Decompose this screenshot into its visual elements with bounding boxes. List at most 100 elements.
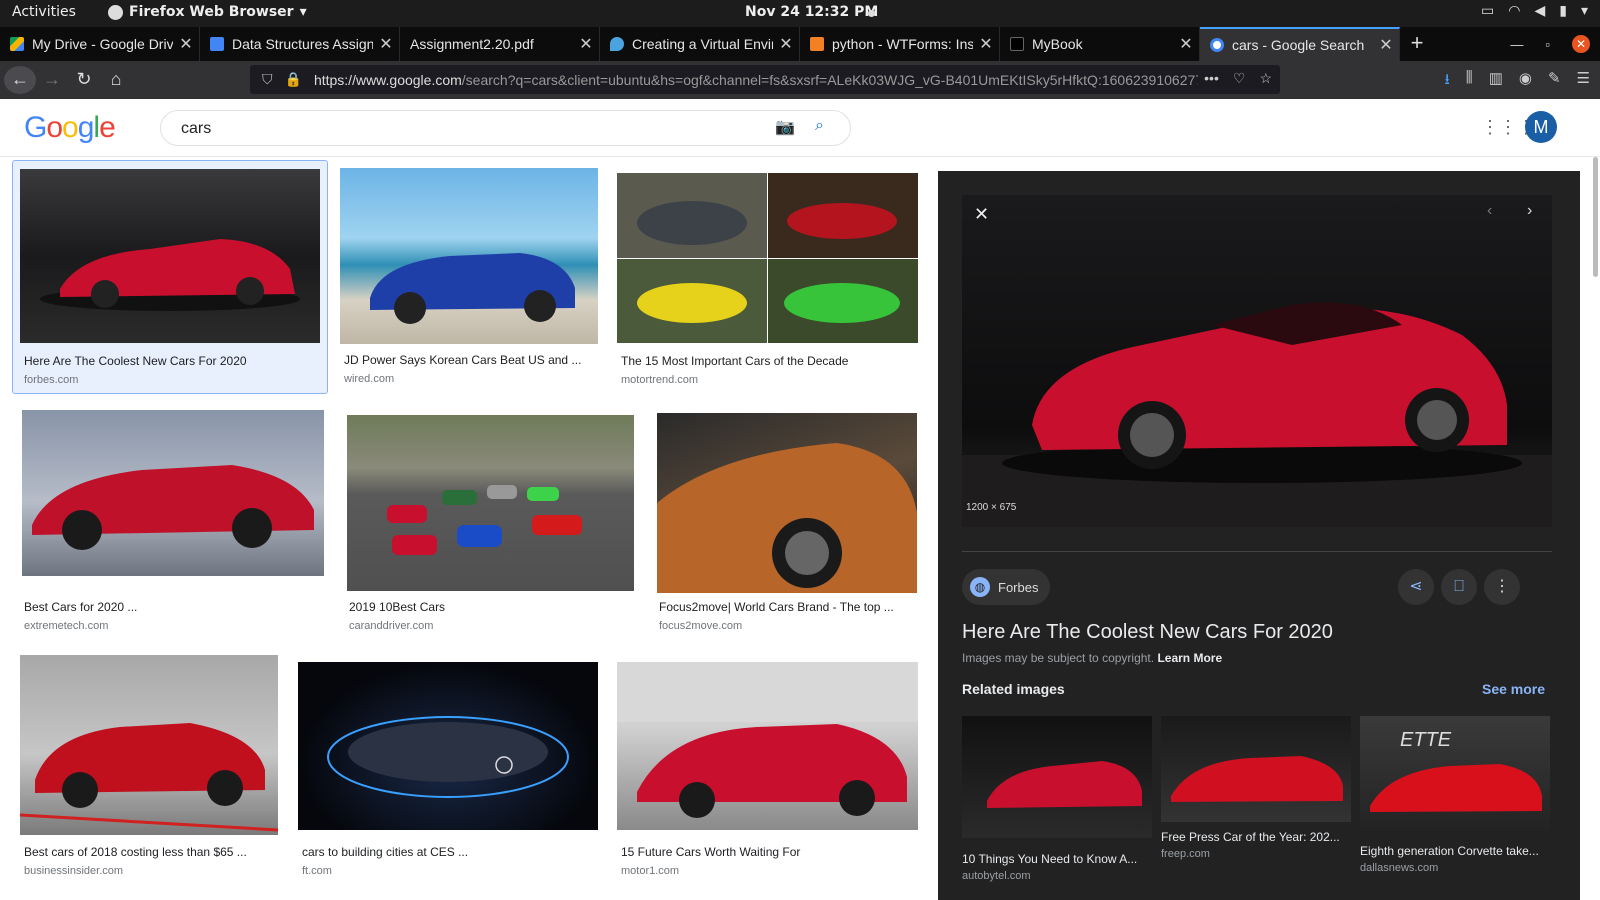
result-source[interactable]: wired.com bbox=[344, 373, 394, 385]
close-window-icon[interactable]: ✕ bbox=[1572, 35, 1590, 53]
image-result[interactable]: JD Power Says Korean Cars Beat US and ..… bbox=[340, 168, 600, 392]
close-tab-icon[interactable]: ✕ bbox=[373, 34, 399, 54]
maximize-icon[interactable]: ▫ bbox=[1545, 37, 1550, 52]
share-button[interactable]: ⋖ bbox=[1398, 569, 1434, 605]
pocket-icon[interactable]: ♡ bbox=[1233, 70, 1246, 87]
power-menu-icon[interactable]: ▾ bbox=[1581, 3, 1588, 19]
chevron-left-icon[interactable]: ‹ bbox=[1487, 202, 1492, 220]
reload-icon[interactable]: ↻ bbox=[68, 69, 100, 90]
preview-title[interactable]: Here Are The Coolest New Cars For 2020 bbox=[962, 621, 1333, 644]
result-title[interactable]: JD Power Says Korean Cars Beat US and ..… bbox=[344, 353, 594, 367]
clock[interactable]: Nov 24 12:32 PM bbox=[745, 4, 878, 20]
related-thumbnail[interactable]: ETTE bbox=[1360, 716, 1550, 836]
related-title[interactable]: Eighth generation Corvette take... bbox=[1360, 844, 1550, 858]
forward-icon[interactable]: → bbox=[36, 69, 68, 90]
back-icon[interactable]: ← bbox=[4, 66, 36, 94]
url-bar[interactable]: ⛉ 🔒 https://www.google.com/search?q=cars… bbox=[250, 65, 1280, 94]
close-tab-icon[interactable]: ✕ bbox=[973, 34, 999, 54]
related-image[interactable]: 10 Things You Need to Know A... autobyte… bbox=[962, 716, 1152, 882]
image-result[interactable]: Here Are The Coolest New Cars For 2020 f… bbox=[12, 160, 328, 394]
result-source[interactable]: forbes.com bbox=[24, 374, 78, 386]
library-icon[interactable]: ⫼ bbox=[1466, 69, 1473, 94]
tab-wtforms[interactable]: python - WTForms: Insta ✕ bbox=[800, 27, 1000, 61]
result-source[interactable]: ft.com bbox=[302, 865, 332, 877]
tab-virtual-env[interactable]: Creating a Virtual Enviro ✕ bbox=[600, 27, 800, 61]
home-icon[interactable]: ⌂ bbox=[100, 69, 132, 90]
related-thumbnail[interactable] bbox=[962, 716, 1152, 838]
scrollbar-thumb[interactable] bbox=[1593, 157, 1598, 277]
result-title[interactable]: 2019 10Best Cars bbox=[349, 600, 634, 614]
search-input[interactable]: cars bbox=[160, 110, 851, 146]
new-tab-button[interactable]: + bbox=[1400, 27, 1434, 61]
minimize-icon[interactable]: — bbox=[1510, 37, 1523, 52]
result-title[interactable]: Best Cars for 2020 ... bbox=[24, 600, 324, 614]
extension-icon[interactable]: ✎ bbox=[1548, 69, 1561, 94]
avatar[interactable]: M bbox=[1525, 111, 1557, 143]
result-source[interactable]: motor1.com bbox=[621, 865, 679, 877]
download-icon[interactable]: ⭳ bbox=[1445, 69, 1450, 94]
source-chip[interactable]: ◍ Forbes bbox=[962, 569, 1051, 605]
related-thumbnail[interactable] bbox=[1161, 716, 1351, 822]
result-thumbnail[interactable] bbox=[340, 168, 598, 344]
result-title[interactable]: cars to building cities at CES ... bbox=[302, 845, 598, 859]
result-thumbnail[interactable] bbox=[20, 169, 320, 343]
sidebar-icon[interactable]: ▥ bbox=[1489, 69, 1503, 94]
related-source[interactable]: dallasnews.com bbox=[1360, 862, 1550, 874]
more-actions-icon[interactable]: ••• bbox=[1204, 70, 1219, 87]
result-thumbnail[interactable] bbox=[657, 413, 917, 593]
search-icon[interactable]: ⌕ bbox=[815, 117, 824, 135]
result-title[interactable]: The 15 Most Important Cars of the Decade bbox=[621, 354, 917, 368]
save-button[interactable]: ⎕ bbox=[1441, 569, 1477, 605]
learn-more-link[interactable]: Learn More bbox=[1157, 651, 1222, 665]
result-thumbnail[interactable] bbox=[22, 410, 324, 576]
result-title[interactable]: Here Are The Coolest New Cars For 2020 bbox=[24, 354, 320, 368]
tab-mybook[interactable]: MyBook ✕ bbox=[1000, 27, 1200, 61]
result-source[interactable]: extremetech.com bbox=[24, 620, 108, 632]
wifi-icon[interactable]: ◠ bbox=[1508, 3, 1520, 19]
tab-data-structures[interactable]: Data Structures Assignm ✕ bbox=[200, 27, 400, 61]
result-thumbnail[interactable] bbox=[347, 415, 634, 591]
close-tab-icon[interactable]: ✕ bbox=[1173, 34, 1199, 54]
system-tray[interactable]: ▭ ◠ ◀ ▮ ▾ bbox=[1481, 3, 1588, 19]
scrollbar[interactable] bbox=[1591, 157, 1600, 900]
google-logo[interactable]: Google bbox=[24, 111, 116, 145]
chevron-right-icon[interactable]: › bbox=[1527, 202, 1532, 220]
image-result[interactable]: cars to building cities at CES ... ft.co… bbox=[298, 662, 600, 877]
image-result[interactable]: Focus2move| World Cars Brand - The top .… bbox=[657, 413, 919, 632]
tab-assignment-pdf[interactable]: Assignment2.20.pdf ✕ bbox=[400, 27, 600, 61]
related-source[interactable]: freep.com bbox=[1161, 848, 1351, 860]
tab-my-drive[interactable]: My Drive - Google Drive ✕ bbox=[0, 27, 200, 61]
related-source[interactable]: autobytel.com bbox=[962, 870, 1152, 882]
related-image[interactable]: Free Press Car of the Year: 202... freep… bbox=[1161, 716, 1351, 860]
result-thumbnail[interactable] bbox=[20, 655, 278, 835]
result-title[interactable]: Focus2move| World Cars Brand - The top .… bbox=[659, 600, 914, 614]
volume-icon[interactable]: ◀ bbox=[1534, 3, 1545, 19]
image-result[interactable]: 15 Future Cars Worth Waiting For motor1.… bbox=[617, 662, 919, 877]
hamburger-menu-icon[interactable]: ☰ bbox=[1577, 69, 1590, 94]
result-title[interactable]: Best cars of 2018 costing less than $65 … bbox=[24, 845, 294, 859]
related-image[interactable]: ETTE Eighth generation Corvette take... … bbox=[1360, 716, 1550, 874]
result-title[interactable]: 15 Future Cars Worth Waiting For bbox=[621, 845, 917, 859]
result-thumbnail[interactable] bbox=[617, 173, 918, 343]
camera-icon[interactable]: 📷 bbox=[775, 117, 795, 137]
image-result[interactable]: Best cars of 2018 costing less than $65 … bbox=[20, 655, 300, 877]
bookmark-star-icon[interactable]: ☆ bbox=[1259, 70, 1272, 87]
result-source[interactable]: businessinsider.com bbox=[24, 865, 123, 877]
close-tab-icon[interactable]: ✕ bbox=[573, 34, 599, 54]
screen-icon[interactable]: ▭ bbox=[1481, 3, 1494, 19]
activities-button[interactable]: Activities bbox=[12, 4, 76, 20]
app-menu[interactable]: Firefox Web Browser ▾ bbox=[108, 4, 307, 20]
close-tab-icon[interactable]: ✕ bbox=[173, 34, 199, 54]
result-source[interactable]: caranddriver.com bbox=[349, 620, 433, 632]
result-source[interactable]: focus2move.com bbox=[659, 620, 742, 632]
image-result[interactable]: Best Cars for 2020 ... extremetech.com bbox=[22, 410, 324, 632]
preview-image[interactable] bbox=[962, 195, 1552, 527]
close-tab-icon[interactable]: ✕ bbox=[1373, 35, 1399, 55]
related-title[interactable]: Free Press Car of the Year: 202... bbox=[1161, 830, 1351, 844]
related-title[interactable]: 10 Things You Need to Know A... bbox=[962, 852, 1152, 866]
see-more-link[interactable]: See more bbox=[1482, 681, 1545, 697]
image-result[interactable]: 2019 10Best Cars caranddriver.com bbox=[347, 415, 635, 632]
battery-icon[interactable]: ▮ bbox=[1559, 3, 1567, 19]
more-options-button[interactable]: ⋮ bbox=[1484, 569, 1520, 605]
close-tab-icon[interactable]: ✕ bbox=[773, 34, 799, 54]
